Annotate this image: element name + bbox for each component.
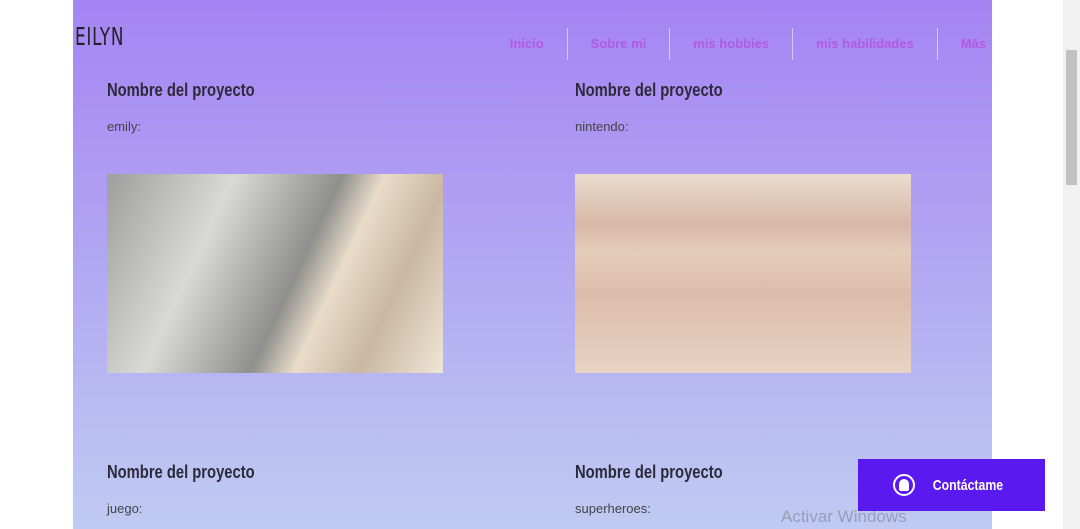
project-card: Nombre del proyecto juego:	[107, 462, 443, 516]
contact-label: Contáctame	[932, 476, 1003, 494]
page: EILYN Inicio Sobre mi mis hobbies mis ha…	[73, 0, 992, 529]
logo[interactable]: EILYN	[75, 22, 124, 51]
project-desc: emily:	[107, 119, 141, 134]
nav-sobre-mi[interactable]: Sobre mi	[566, 28, 670, 60]
project-title: Nombre del proyecto	[575, 80, 723, 100]
chat-icon	[892, 474, 915, 496]
project-image-dunes-texture[interactable]	[107, 174, 443, 373]
nav-inicio[interactable]: Inicio	[510, 28, 567, 60]
project-title: Nombre del proyecto	[107, 462, 255, 482]
project-desc: nintendo:	[575, 119, 629, 134]
nav-habilidades[interactable]: mis habilidades	[792, 28, 937, 60]
project-image-desert[interactable]	[575, 174, 911, 373]
project-title: Nombre del proyecto	[575, 462, 723, 482]
contact-button[interactable]: Contáctame	[858, 459, 1045, 511]
project-card: Nombre del proyecto emily:	[107, 80, 443, 134]
nav-mas[interactable]: Más	[936, 28, 986, 60]
nav-menu: Inicio Sobre mi mis hobbies mis habilida…	[510, 28, 986, 60]
project-desc: juego:	[107, 501, 143, 516]
project-card: Nombre del proyecto nintendo:	[575, 80, 911, 134]
scrollbar[interactable]	[1063, 0, 1080, 529]
nav-hobbies[interactable]: mis hobbies	[669, 28, 792, 60]
project-title: Nombre del proyecto	[107, 80, 255, 100]
scrollbar-thumb[interactable]	[1066, 50, 1077, 185]
